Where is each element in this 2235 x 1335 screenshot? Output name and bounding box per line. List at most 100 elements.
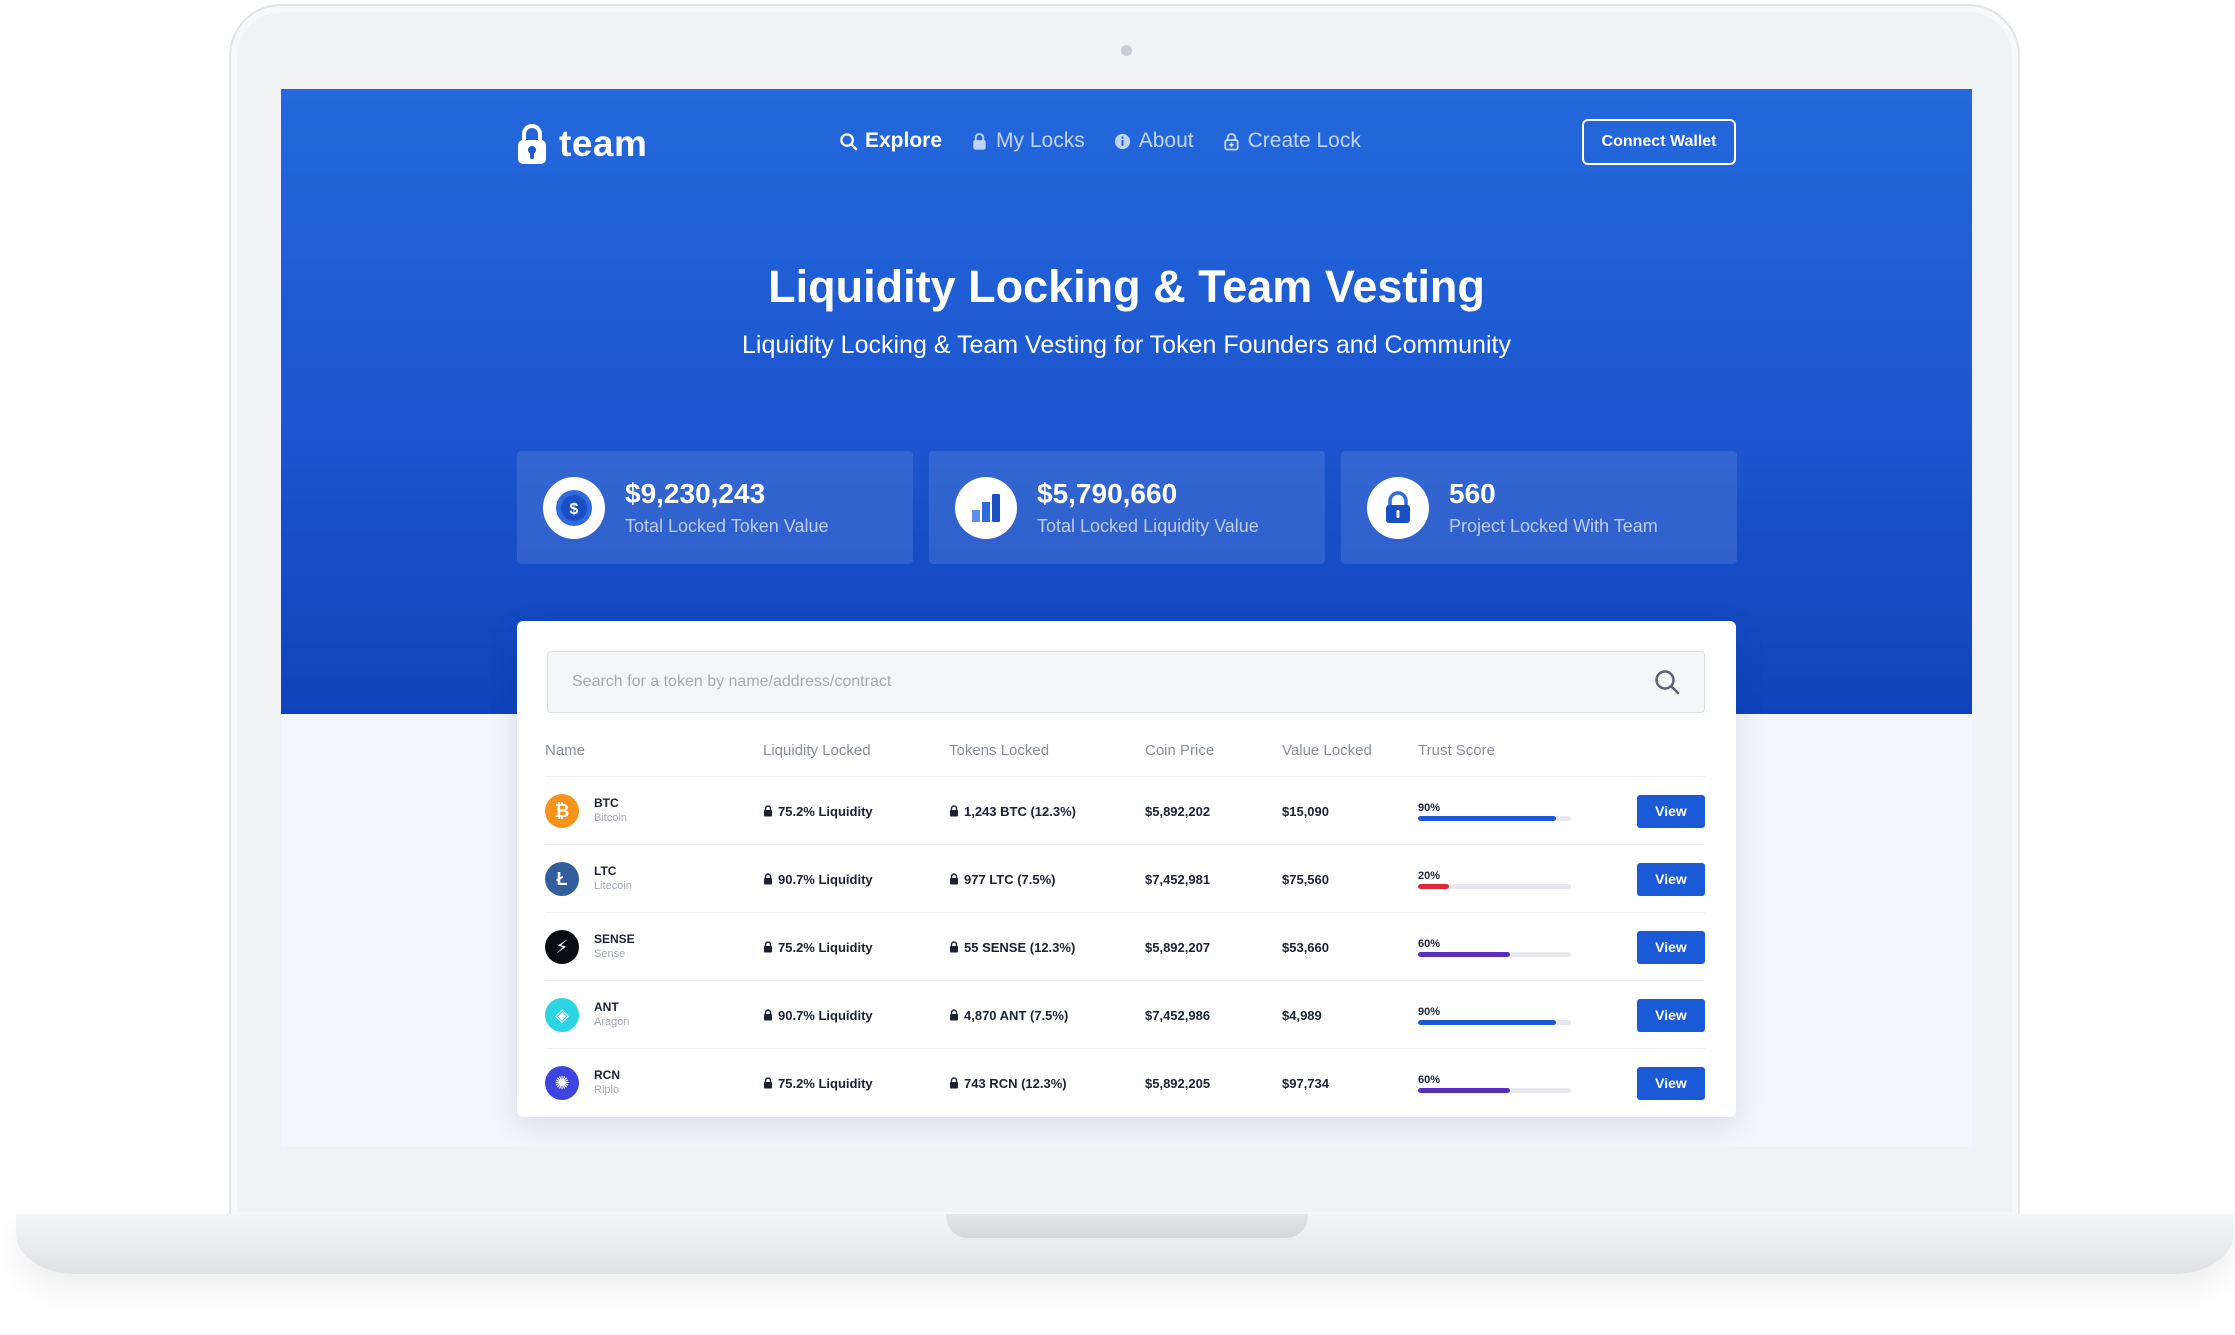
hero-title: Liquidity Locking & Team Vesting <box>768 261 1485 312</box>
trust-score-fill <box>1418 1087 1510 1093</box>
column-header: Coin Price <box>1145 742 1215 759</box>
search-input[interactable] <box>572 673 1652 691</box>
stat-value: 560 <box>1449 478 1496 509</box>
view-button[interactable]: View <box>1637 862 1705 896</box>
stat-label: Project Locked With Team <box>1449 516 1658 536</box>
trust-score: 90% <box>1418 981 1571 1049</box>
trust-score-label: 90% <box>1418 1005 1441 1018</box>
trust-score: 90% <box>1418 777 1571 845</box>
bar-chart-icon <box>955 476 1017 539</box>
column-header: Trust Score <box>1418 742 1495 759</box>
logo[interactable]: team <box>517 122 647 166</box>
padlock-icon <box>1367 476 1429 539</box>
tokens-cell: 743 RCN (12.3%) <box>949 1049 1067 1117</box>
trust-score-bar <box>1418 951 1571 957</box>
tokens-cell: 1,243 BTC (12.3%) <box>949 777 1076 845</box>
coin-symbol: BTC <box>594 796 619 810</box>
coin-symbol: ANT <box>594 1000 619 1014</box>
search-icon[interactable] <box>1652 667 1682 697</box>
nav-about[interactable]: About <box>1113 129 1194 153</box>
column-header: Liquidity Locked <box>763 742 871 759</box>
lock-icon <box>973 132 986 150</box>
action-cell: View <box>1637 913 1705 981</box>
coin-name: Bitcoin <box>594 812 628 824</box>
liquidity-cell: 90.7% Liquidity <box>763 981 873 1049</box>
connect-wallet-button[interactable]: Connect Wallet <box>1582 119 1736 165</box>
coin-name: Sense <box>594 948 626 960</box>
table-row: ◈ ANT Aragon 90.7% Liquidity 4,870 ANT (7.5%… <box>545 980 1705 1048</box>
hero-subtitle: Liquidity Locking & Team Vesting for Tok… <box>742 331 1511 359</box>
lock-icon <box>764 873 772 885</box>
action-cell: View <box>1637 777 1705 845</box>
stats-row: $ $9,230,243 Total Locked Token Value $5… <box>517 451 1737 564</box>
tokens-cell: 55 SENSE (12.3%) <box>949 913 1075 981</box>
stat-label: Total Locked Liquidity Value <box>1037 516 1259 536</box>
token-cell: Ł LTC Litecoin <box>545 845 632 913</box>
main-nav: Explore My Locks About Create Lock <box>839 129 1361 153</box>
nav-explore[interactable]: Explore <box>839 129 942 153</box>
view-button[interactable]: View <box>1637 930 1705 964</box>
table-body: ₿ BTC Bitcoin 75.2% Liquidity 1,243 BTC (12.… <box>545 776 1705 1116</box>
lock-plus-icon <box>1223 132 1239 151</box>
trust-score-fill <box>1418 815 1556 821</box>
token-cell: ₿ BTC Bitcoin <box>545 777 627 845</box>
coin-logo-icon: Ł <box>545 862 579 896</box>
coin-symbol: SENSE <box>594 932 635 946</box>
column-header: Value Locked <box>1282 742 1372 759</box>
nav-create-lock[interactable]: Create Lock <box>1222 129 1361 153</box>
trust-score: 60% <box>1418 913 1571 981</box>
coin-logo-icon: ◈ <box>545 998 579 1032</box>
coin-price: $7,452,986 <box>1145 1007 1211 1023</box>
logo-text: team <box>559 123 648 164</box>
stat-value: $9,230,243 <box>625 478 766 509</box>
view-button[interactable]: View <box>1637 998 1705 1032</box>
search-bar <box>547 651 1705 713</box>
trust-score-fill <box>1418 883 1449 889</box>
stat-value: $5,790,660 <box>1037 478 1178 509</box>
liquidity-locked: 75.2% Liquidity <box>778 803 873 819</box>
coin-name: Aragon <box>594 1016 630 1028</box>
trust-score: 60% <box>1418 1049 1571 1117</box>
browser-viewport: team Explore My Locks About Create Lock … <box>281 89 1972 1147</box>
lock-icon <box>950 941 958 953</box>
liquidity-locked: 75.2% Liquidity <box>778 939 873 955</box>
lock-icon <box>950 1009 958 1021</box>
liquidity-locked: 90.7% Liquidity <box>778 1007 873 1023</box>
action-cell: View <box>1637 845 1705 913</box>
lock-icon <box>764 1009 772 1021</box>
search-icon <box>840 132 858 150</box>
stat-card-liquidity-value: $5,790,660 Total Locked Liquidity Value <box>929 451 1325 564</box>
token-cell: ◈ ANT Aragon <box>545 981 629 1049</box>
coin-price: $7,452,981 <box>1145 871 1211 887</box>
table-row: ₿ BTC Bitcoin 75.2% Liquidity 1,243 BTC (12.… <box>545 776 1705 844</box>
laptop-notch <box>946 1214 1308 1238</box>
coin-symbol: LTC <box>594 864 617 878</box>
liquidity-locked: 90.7% Liquidity <box>778 871 873 887</box>
nav-explore-label: Explore <box>865 129 943 152</box>
lock-icon <box>950 805 958 817</box>
table-row: ⚡ SENSE Sense 75.2% Liquidity 55 SENSE (12.3… <box>545 912 1705 980</box>
liquidity-cell: 75.2% Liquidity <box>763 777 873 845</box>
stat-card-projects-locked: 560 Project Locked With Team <box>1341 451 1737 564</box>
dollar-coin-icon: $ <box>543 476 605 539</box>
trust-score-bar <box>1418 815 1571 821</box>
nav-about-label: About <box>1138 129 1194 152</box>
lock-icon <box>764 941 772 953</box>
coin-name: Litecoin <box>594 880 632 892</box>
coin-price: $5,892,205 <box>1145 1075 1211 1091</box>
nav-my-locks[interactable]: My Locks <box>970 129 1085 153</box>
lock-icon <box>764 1077 772 1089</box>
lock-icon <box>950 873 958 885</box>
liquidity-cell: 75.2% Liquidity <box>763 913 873 981</box>
logo-lock-icon <box>517 123 547 165</box>
svg-text:$: $ <box>570 501 579 518</box>
trust-score-label: 20% <box>1418 869 1441 882</box>
stat-label: Total Locked Token Value <box>625 516 829 536</box>
tokens-locked: 1,243 BTC (12.3%) <box>964 803 1076 819</box>
value-locked: $75,560 <box>1282 871 1329 887</box>
trust-score-label: 90% <box>1418 801 1441 814</box>
view-button[interactable]: View <box>1637 1066 1705 1100</box>
value-locked: $15,090 <box>1282 803 1329 819</box>
view-button[interactable]: View <box>1637 794 1705 828</box>
value-locked: $97,734 <box>1282 1075 1329 1091</box>
